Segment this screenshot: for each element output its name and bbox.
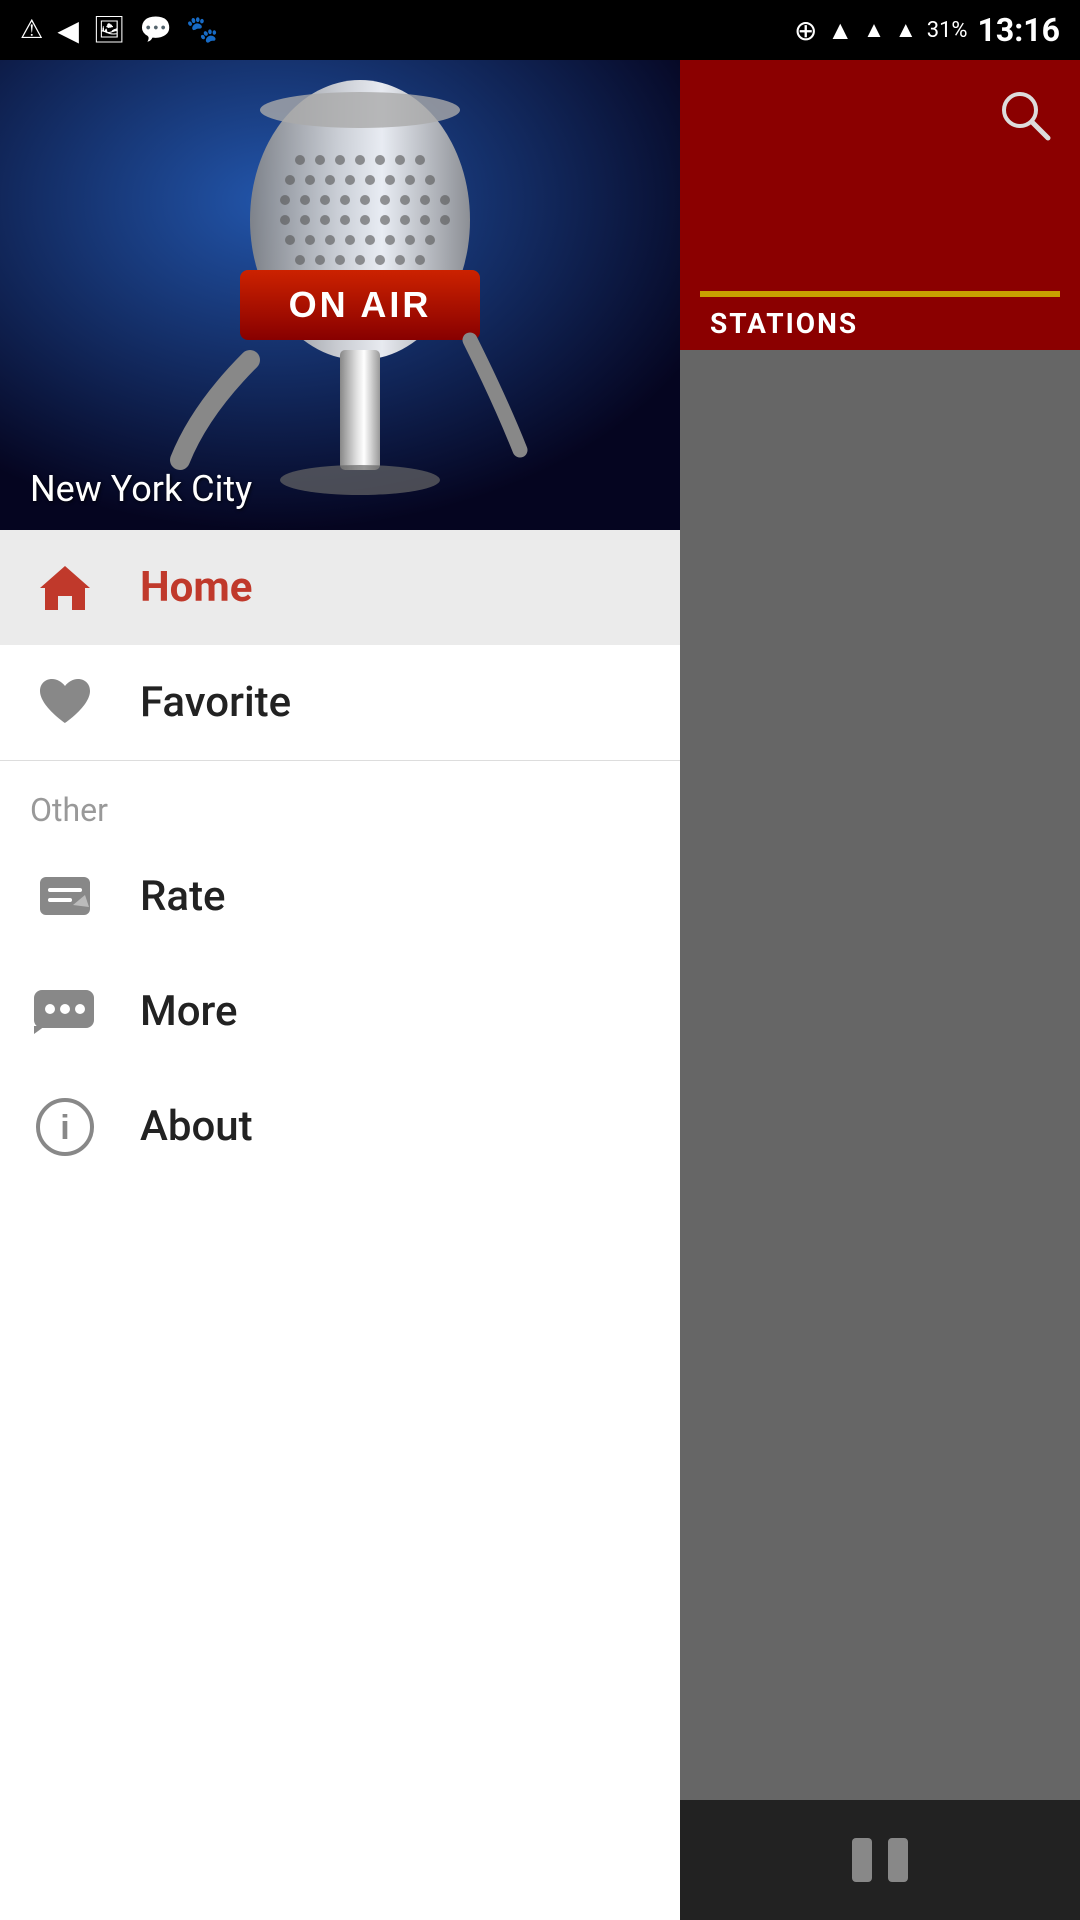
message-icon: 💬 xyxy=(140,15,172,45)
search-button[interactable] xyxy=(990,80,1060,150)
status-bar-left: ⚠ ◀ 🖼 💬 🐾 xyxy=(20,14,219,47)
nav-section: Home Favorite Other xyxy=(0,530,680,1920)
nav-item-rate[interactable]: Rate xyxy=(0,839,680,954)
user-icon: 🐾 xyxy=(186,15,218,45)
status-bar-right: ⊕ ▲ ▲ ▲ 31% 13:16 xyxy=(794,11,1060,49)
pause-button[interactable] xyxy=(840,1830,920,1890)
add-circle-icon: ⊕ xyxy=(794,14,817,47)
nav-item-home[interactable]: Home xyxy=(0,530,680,645)
heart-icon xyxy=(30,668,100,738)
nav-item-favorite[interactable]: Favorite xyxy=(0,645,680,760)
signal-icon: ▲ xyxy=(863,17,885,43)
more-label: More xyxy=(140,987,238,1036)
signal2-icon: ▲ xyxy=(895,17,917,43)
nav-item-about[interactable]: i About xyxy=(0,1069,680,1184)
hero-area: ON AIR New York City xyxy=(0,60,680,530)
notification-icon: ⚠ xyxy=(20,15,43,45)
city-label: New York City xyxy=(30,468,252,510)
about-label: About xyxy=(140,1102,253,1151)
right-panel-header: STATIONS xyxy=(680,60,1080,350)
more-icon xyxy=(30,977,100,1047)
right-panel-body xyxy=(680,350,1080,1800)
svg-text:i: i xyxy=(60,1109,69,1147)
rate-icon xyxy=(30,862,100,932)
microphone-illustration: ON AIR xyxy=(0,60,680,530)
favorite-label: Favorite xyxy=(140,678,291,727)
time-display: 13:16 xyxy=(978,11,1060,49)
home-label: Home xyxy=(140,563,252,612)
status-bar: ⚠ ◀ 🖼 💬 🐾 ⊕ ▲ ▲ ▲ 31% 13:16 xyxy=(0,0,1080,60)
playback-controls[interactable] xyxy=(680,1800,1080,1920)
wifi-icon: ▲ xyxy=(827,15,853,46)
gallery-icon: 🖼 xyxy=(93,15,126,45)
battery-indicator: 31% xyxy=(927,18,968,43)
nav-item-more[interactable]: More xyxy=(0,954,680,1069)
home-icon xyxy=(30,553,100,623)
info-icon: i xyxy=(30,1092,100,1162)
drawer-panel: ON AIR New York City xyxy=(0,60,680,1920)
right-panel: STATIONS xyxy=(680,60,1080,1920)
back-icon: ◀ xyxy=(57,14,79,47)
rate-label: Rate xyxy=(140,872,226,921)
main-layout: ON AIR New York City xyxy=(0,60,1080,1920)
stations-title: STATIONS xyxy=(710,307,863,340)
other-section-label: Other xyxy=(0,761,680,839)
svg-text:ON AIR: ON AIR xyxy=(289,284,432,325)
